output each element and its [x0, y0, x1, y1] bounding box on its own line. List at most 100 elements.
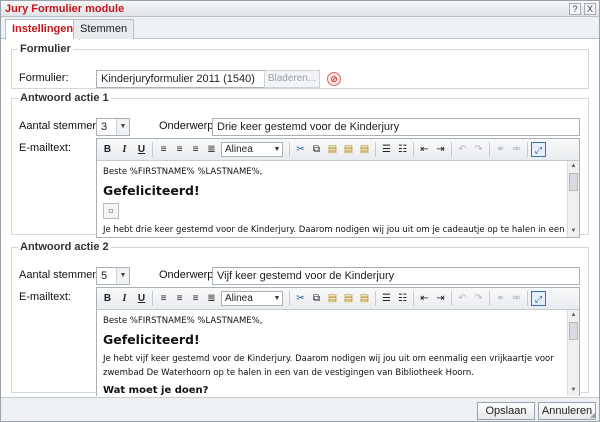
actie1-toolbar: B I U ≡ ≡ ≡ ≣ Alinea ▼ ✂ ⧉ ▤ ▤ ▤ ☰ ☷ ⇤ ⇥…: [97, 139, 579, 161]
actie1-scrollbar[interactable]: ▲ ▼: [567, 161, 579, 237]
actie2-onderwerp-input[interactable]: Vijf keer gestemd voor de Kinderjury: [212, 267, 580, 285]
actie2-legend: Antwoord actie 2: [20, 241, 109, 253]
actie1-onderwerp-input[interactable]: Drie keer gestemd voor de Kinderjury: [212, 118, 580, 136]
align-left-icon[interactable]: ≡: [156, 142, 171, 157]
italic-icon[interactable]: I: [117, 142, 132, 157]
outdent-icon[interactable]: ⇤: [417, 142, 432, 157]
formulier-legend: Formulier: [20, 43, 71, 55]
scroll-down-icon[interactable]: ▼: [568, 385, 579, 396]
toolbar-separator: [527, 291, 528, 306]
scroll-thumb[interactable]: [569, 173, 578, 191]
paste-text-icon[interactable]: ▤: [341, 142, 356, 157]
chevron-down-icon: ▼: [273, 146, 281, 153]
toolbar-separator: [451, 142, 452, 157]
browse-button[interactable]: Bladeren...: [264, 70, 320, 88]
align-justify-icon[interactable]: ≣: [204, 291, 219, 306]
actie1-format-select[interactable]: Alinea ▼: [221, 142, 283, 157]
actie1-email-label: E-mailtext:: [19, 142, 71, 154]
align-left-icon[interactable]: ≡: [156, 291, 171, 306]
maximize-icon[interactable]: ⤢: [531, 142, 546, 157]
paste-icon[interactable]: ▤: [325, 142, 340, 157]
numbered-list-icon[interactable]: ☷: [395, 142, 410, 157]
tab-stemmen[interactable]: Stemmen: [73, 19, 135, 39]
bold-icon[interactable]: B: [100, 142, 115, 157]
paste-word-icon[interactable]: ▤: [357, 291, 372, 306]
redo-icon[interactable]: ↷: [471, 291, 486, 306]
actie2-email-label: E-mailtext:: [19, 291, 71, 303]
actie1-heading: Gefeliciteerd!: [103, 183, 200, 198]
formulier-label: Formulier:: [19, 72, 69, 84]
bullet-list-icon[interactable]: ☰: [379, 142, 394, 157]
actie1-stemmen-select[interactable]: 3 ▼: [96, 118, 130, 136]
scroll-up-icon[interactable]: ▲: [568, 310, 579, 321]
copy-icon[interactable]: ⧉: [309, 291, 324, 306]
actie2-scrollbar[interactable]: ▲ ▼: [567, 310, 579, 396]
align-right-icon[interactable]: ≡: [188, 291, 203, 306]
actie1-onderwerp-label: Onderwerp:: [159, 120, 217, 132]
actie1-stemmen-label: Aantal stemmen:: [19, 120, 102, 132]
cancel-button[interactable]: Annuleren: [538, 402, 596, 420]
actie2-stemmen-value: 5: [101, 270, 108, 282]
link-icon[interactable]: ⚭: [493, 142, 508, 157]
maximize-icon[interactable]: ⤢: [531, 291, 546, 306]
indent-icon[interactable]: ⇥: [433, 291, 448, 306]
image-placeholder-icon: ▫: [103, 203, 119, 219]
tab-instellingen[interactable]: Instellingen: [5, 19, 81, 40]
bullet-list-icon[interactable]: ☰: [379, 291, 394, 306]
align-center-icon[interactable]: ≡: [172, 291, 187, 306]
align-center-icon[interactable]: ≡: [172, 142, 187, 157]
paste-text-icon[interactable]: ▤: [341, 291, 356, 306]
unlink-icon[interactable]: ⚮: [509, 291, 524, 306]
toolbar-separator: [451, 291, 452, 306]
actie2-greeting: Beste %FIRSTNAME% %LASTNAME%,: [103, 316, 263, 326]
actie2-format-select[interactable]: Alinea ▼: [221, 291, 283, 306]
italic-icon[interactable]: I: [117, 291, 132, 306]
cut-icon[interactable]: ✂: [293, 291, 308, 306]
actie1-greeting: Beste %FIRSTNAME% %LASTNAME%,: [103, 167, 263, 177]
bold-icon[interactable]: B: [100, 291, 115, 306]
toolbar-separator: [152, 142, 153, 157]
cut-icon[interactable]: ✂: [293, 142, 308, 157]
copy-icon[interactable]: ⧉: [309, 142, 324, 157]
scroll-up-icon[interactable]: ▲: [568, 161, 579, 172]
actie2-onderwerp-label: Onderwerp:: [159, 269, 217, 281]
actie2-editor: B I U ≡ ≡ ≡ ≣ Alinea ▼ ✂ ⧉ ▤ ▤ ▤ ☰ ☷ ⇤ ⇥…: [96, 287, 580, 396]
underline-icon[interactable]: U: [134, 142, 149, 157]
indent-icon[interactable]: ⇥: [433, 142, 448, 157]
dialog-footer: Opslaan Annuleren ◢: [1, 397, 599, 421]
formulier-group: Formulier Formulier: Kinderjuryformulier…: [11, 43, 589, 89]
numbered-list-icon[interactable]: ☷: [395, 291, 410, 306]
outdent-icon[interactable]: ⇤: [417, 291, 432, 306]
formulier-input[interactable]: Kinderjuryformulier 2011 (1540): [96, 70, 266, 88]
paste-icon[interactable]: ▤: [325, 291, 340, 306]
actie1-editor: B I U ≡ ≡ ≡ ≣ Alinea ▼ ✂ ⧉ ▤ ▤ ▤ ☰ ☷ ⇤ ⇥…: [96, 138, 580, 238]
actie2-stemmen-label: Aantal stemmen:: [19, 269, 102, 281]
actie1-editor-body[interactable]: Beste %FIRSTNAME% %LASTNAME%, Gefelicite…: [97, 161, 567, 237]
toolbar-separator: [527, 142, 528, 157]
help-button[interactable]: ?: [569, 3, 581, 15]
align-justify-icon[interactable]: ≣: [204, 142, 219, 157]
underline-icon[interactable]: U: [134, 291, 149, 306]
actie2-subheading: Wat moet je doen?: [103, 385, 209, 396]
resize-grip-icon[interactable]: ◢: [590, 412, 598, 420]
unlink-icon[interactable]: ⚮: [509, 142, 524, 157]
delete-icon[interactable]: ⊘: [327, 72, 341, 86]
undo-icon[interactable]: ↶: [455, 291, 470, 306]
close-button[interactable]: X: [584, 3, 596, 15]
toolbar-separator: [289, 291, 290, 306]
paste-word-icon[interactable]: ▤: [357, 142, 372, 157]
actie2-editor-body[interactable]: Beste %FIRSTNAME% %LASTNAME%, Gefelicite…: [97, 310, 567, 396]
redo-icon[interactable]: ↷: [471, 142, 486, 157]
align-right-icon[interactable]: ≡: [188, 142, 203, 157]
actie1-stemmen-value: 3: [101, 121, 108, 133]
actie2-group: Antwoord actie 2 Aantal stemmen: 5 ▼ Ond…: [11, 241, 589, 396]
scroll-down-icon[interactable]: ▼: [568, 226, 579, 237]
title-bar: Jury Formulier module ? X: [1, 1, 599, 17]
actie2-stemmen-select[interactable]: 5 ▼: [96, 267, 130, 285]
link-icon[interactable]: ⚭: [493, 291, 508, 306]
save-button[interactable]: Opslaan: [477, 402, 535, 420]
actie1-legend: Antwoord actie 1: [20, 92, 109, 104]
actie2-toolbar: B I U ≡ ≡ ≡ ≣ Alinea ▼ ✂ ⧉ ▤ ▤ ▤ ☰ ☷ ⇤ ⇥…: [97, 288, 579, 310]
scroll-thumb[interactable]: [569, 322, 578, 340]
undo-icon[interactable]: ↶: [455, 142, 470, 157]
